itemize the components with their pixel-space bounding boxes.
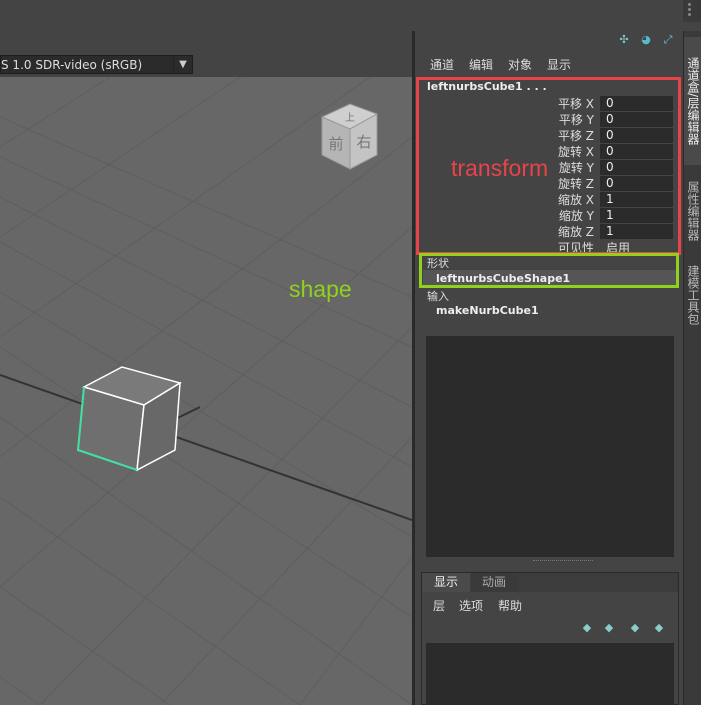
3d-viewport[interactable]: 上 前 右 xyxy=(0,77,412,705)
nurbs-cube[interactable] xyxy=(77,366,182,472)
colorspace-label: S 1.0 SDR-video (sRGB) xyxy=(1,58,143,72)
channelbox-empty-area xyxy=(426,336,674,557)
menu-options[interactable]: 选项 xyxy=(459,597,483,614)
scroll-handle[interactable] xyxy=(683,0,701,22)
menu-edit[interactable]: 编辑 xyxy=(469,56,493,73)
splitter-handle[interactable] xyxy=(533,560,593,565)
new-layer-icon[interactable]: ◆ xyxy=(628,621,642,635)
tab-modeling-toolkit[interactable]: 建模工具包 xyxy=(684,257,701,333)
viewcube-top-label: 上 xyxy=(345,112,355,124)
tab-channel-box[interactable]: 通道盒/层编辑器 xyxy=(684,37,701,165)
tab-display[interactable]: 显示 xyxy=(422,573,470,592)
layer-list xyxy=(426,643,674,705)
tab-animation[interactable]: 动画 xyxy=(471,573,517,592)
ground-grid xyxy=(0,77,412,705)
grid-axis-x xyxy=(0,374,412,521)
inputs-header: 输入 xyxy=(427,290,449,303)
tab-attribute-editor[interactable]: 属性编辑器 xyxy=(684,173,701,249)
viewcube-right-label: 右 xyxy=(356,133,371,151)
new-layer-selected-icon[interactable]: ◆ xyxy=(652,621,666,635)
menu-layers[interactable]: 层 xyxy=(433,597,445,614)
side-tab-strip: 通道盒/层编辑器 属性编辑器 建模工具包 xyxy=(683,31,701,705)
manipulator-icon[interactable]: ✣ xyxy=(617,33,631,47)
shape-highlight-box xyxy=(419,253,679,288)
chevron-down-icon: ▼ xyxy=(173,56,192,73)
colorspace-dropdown[interactable]: S 1.0 SDR-video (sRGB) ▼ xyxy=(0,55,193,74)
menu-help[interactable]: 帮助 xyxy=(498,597,522,614)
menu-show[interactable]: 显示 xyxy=(547,56,571,73)
viewport-scene: 上 前 右 xyxy=(0,77,412,705)
menu-channels[interactable]: 通道 xyxy=(430,56,454,73)
transform-annotation: transform xyxy=(451,155,549,181)
move-layer-up-icon[interactable]: ◆ xyxy=(580,621,594,635)
viewcube-front-label: 前 xyxy=(328,135,343,153)
input-name[interactable]: makeNurbCube1 xyxy=(436,304,539,317)
top-bar xyxy=(0,0,701,30)
sync-icon[interactable]: ◕ xyxy=(639,33,653,47)
view-cube[interactable]: 上 前 右 xyxy=(320,103,379,170)
move-layer-down-icon[interactable]: ◆ xyxy=(602,621,616,635)
menu-object[interactable]: 对象 xyxy=(508,56,532,73)
expand-icon[interactable]: ⤢ xyxy=(661,33,675,47)
shape-annotation: shape xyxy=(289,276,352,302)
